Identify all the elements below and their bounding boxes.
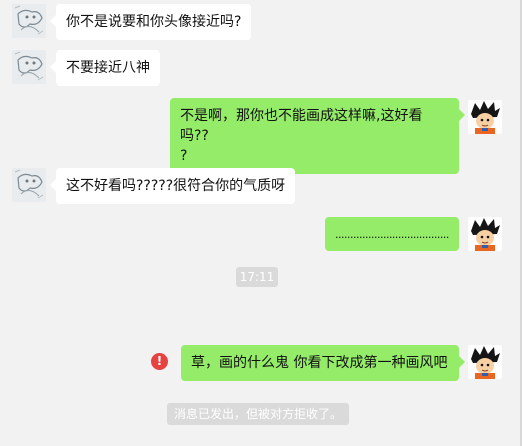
send-failed-icon[interactable]: ! <box>151 353 168 370</box>
message-bubble[interactable]: 草，画的什么鬼 你看下改成第一种画风吧 <box>181 345 465 381</box>
message-line: ? <box>180 148 188 164</box>
goku-avatar-icon[interactable] <box>468 217 502 251</box>
sketch-avatar-icon[interactable] <box>12 4 46 38</box>
timestamp: 17:11 <box>236 267 278 287</box>
message-bubble[interactable]: 你不是说要和你头像接近吗? <box>49 4 252 40</box>
message-bubble[interactable]: 不要接近八神 <box>50 50 160 86</box>
message-bubble[interactable]: 不是啊，那你也不能画成这样嘛,这好看吗?? ? <box>170 98 465 174</box>
goku-avatar-icon[interactable] <box>468 345 502 379</box>
sketch-avatar-icon[interactable] <box>12 168 46 202</box>
goku-avatar-icon[interactable] <box>468 100 502 134</box>
message-line: 不是啊，那你也不能画成这样嘛,这好看吗?? <box>180 108 423 144</box>
message-bubble[interactable]: 这不好看吗?????很符合你的气质呀 <box>49 168 296 204</box>
system-notice: 消息已发出，但被对方拒收了。 <box>167 403 350 425</box>
message-bubble[interactable]: ...................................... <box>325 217 459 251</box>
chat-window: 你不是说要和你头像接近吗? 不要接近八神 不是啊，那你也不能画成这样嘛,这好看吗… <box>0 0 522 446</box>
sketch-avatar-icon[interactable] <box>12 50 46 84</box>
